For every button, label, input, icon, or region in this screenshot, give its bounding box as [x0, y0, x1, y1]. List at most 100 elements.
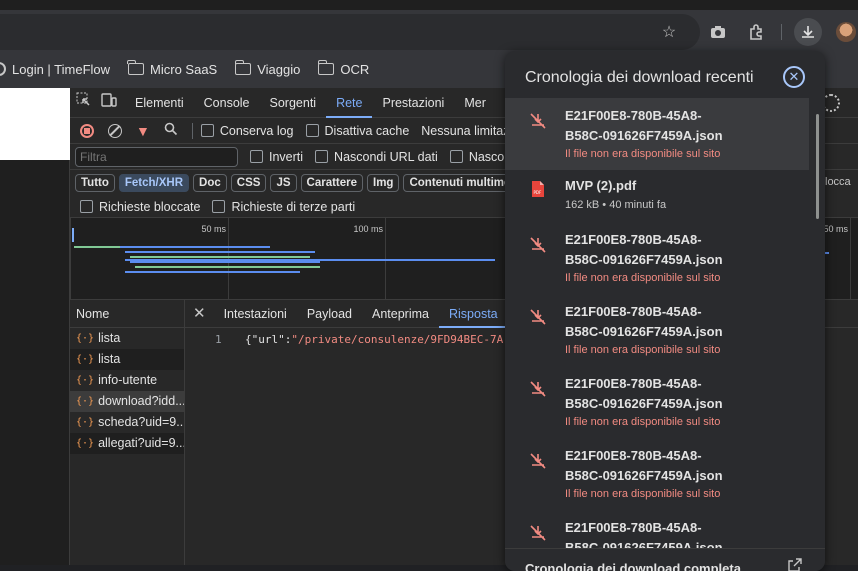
downloads-panel: Cronologia dei download recenti ✕ E21F00…	[505, 51, 825, 571]
request-row[interactable]: {·} allegati?uid=9...	[70, 433, 185, 454]
timeline-bar	[125, 259, 495, 261]
download-list-scrollbar[interactable]	[816, 114, 819, 219]
tab-sorgenti[interactable]: Sorgenti	[260, 88, 327, 118]
line-number: 1	[215, 333, 222, 346]
timeline-bar	[125, 251, 315, 253]
download-status: Il file non era disponibile sul sito	[565, 148, 721, 160]
tab-rete[interactable]: Rete	[326, 88, 373, 118]
filter-input[interactable]	[75, 146, 238, 167]
json-key: {"url":	[245, 333, 292, 346]
full-history-link[interactable]: Cronologia dei download completa	[505, 548, 825, 571]
profile-avatar[interactable]	[836, 22, 856, 42]
download-status: Il file non era disponibile sul sito	[565, 416, 721, 428]
toolbar-divider	[191, 122, 193, 139]
download-item[interactable]: E21F00E8-780B-45A8- B58C-091626F7459A.jso…	[505, 294, 809, 366]
tab-payload[interactable]: Payload	[297, 300, 362, 328]
blocked-requests-label: Richieste bloccate	[99, 199, 201, 214]
pdf-file-icon: PDF	[532, 181, 544, 197]
full-history-label: Cronologia dei download completa	[525, 561, 741, 571]
extensions-icon[interactable]	[742, 18, 770, 46]
bookmark-star-icon[interactable]: ☆	[655, 18, 683, 46]
toolbar-divider	[781, 24, 782, 40]
tab-prestazioni[interactable]: Prestazioni	[372, 88, 454, 118]
download-name: E21F00E8-780B-45A8- B58C-091626F7459A.jso…	[565, 446, 765, 486]
request-row[interactable]: {·} scheda?uid=9...	[70, 412, 185, 433]
download-list: E21F00E8-780B-45A8- B58C-091626F7459A.jso…	[505, 98, 825, 555]
filter-icon[interactable]: ▼	[136, 123, 150, 139]
bookmark-viaggio[interactable]: Viaggio	[226, 56, 309, 82]
hide-extensions-checkbox[interactable]: Nasco	[449, 150, 504, 164]
record-icon[interactable]	[80, 123, 94, 138]
bookmark-ocr[interactable]: OCR	[309, 56, 378, 82]
camera-icon[interactable]	[704, 18, 732, 46]
download-name-line: E21F00E8-780B-45A8-	[565, 376, 702, 391]
downloads-icon[interactable]	[794, 18, 822, 46]
third-party-checkbox[interactable]: Richieste di terze parti	[212, 200, 355, 214]
folder-icon	[127, 60, 145, 75]
inspect-icon[interactable]	[70, 88, 97, 118]
page-content-dark	[0, 160, 70, 565]
bookmark-micro-saas[interactable]: Micro SaaS	[119, 56, 226, 82]
download-item[interactable]: E21F00E8-780B-45A8- B58C-091626F7459A.jso…	[505, 438, 809, 510]
type-filter-img[interactable]: Img	[367, 174, 400, 192]
search-icon[interactable]	[164, 122, 178, 139]
preserve-log-checkbox[interactable]: Conserva log	[200, 123, 294, 138]
tab-risposta[interactable]: Risposta	[438, 300, 508, 328]
name-column-header[interactable]: Nome	[70, 300, 185, 328]
timeline-bar	[825, 252, 829, 254]
xhr-icon: {·}	[76, 375, 95, 386]
hide-data-urls-checkbox[interactable]: Nascondi URL dati	[315, 150, 438, 164]
tab-anteprima[interactable]: Anteprima	[362, 300, 439, 328]
tab-console[interactable]: Console	[194, 88, 260, 118]
timeline-marker	[72, 228, 74, 242]
request-list-empty	[70, 454, 185, 565]
invert-checkbox[interactable]: Inverti	[250, 150, 303, 164]
download-failed-icon	[530, 453, 546, 469]
timeline-bar	[120, 246, 270, 248]
xhr-icon: {·}	[76, 438, 95, 449]
close-icon[interactable]: ✕	[185, 300, 214, 328]
invert-label: Inverti	[269, 149, 304, 164]
download-name: E21F00E8-780B-45A8- B58C-091626F7459A.jso…	[565, 374, 765, 414]
tab-memoria[interactable]: Mer	[454, 88, 496, 118]
disable-cache-label: Disattiva cache	[324, 123, 410, 138]
timeline-bar	[125, 271, 300, 273]
download-item[interactable]: E21F00E8-780B-45A8- B58C-091626F7459A.jso…	[505, 366, 809, 438]
request-row-selected[interactable]: {·} download?idd...	[70, 391, 185, 412]
clear-icon[interactable]	[108, 123, 122, 138]
disable-cache-checkbox[interactable]: Disattiva cache	[305, 123, 410, 138]
download-name-line: E21F00E8-780B-45A8-	[565, 304, 702, 319]
bookmark-timeflow[interactable]: Login | TimeFlow	[0, 56, 119, 82]
close-icon[interactable]: ✕	[783, 66, 805, 88]
xhr-icon: {·}	[76, 333, 95, 344]
page-content	[0, 88, 70, 160]
type-filter-fetch-xhr[interactable]: Fetch/XHR	[118, 174, 190, 192]
bookmark-label: Micro SaaS	[150, 61, 218, 77]
tab-elementi[interactable]: Elementi	[125, 88, 194, 118]
request-row[interactable]: {·} info-utente	[70, 370, 185, 391]
timeline-tick-label: 100 ms	[353, 224, 383, 234]
download-failed-icon	[530, 113, 546, 129]
preserve-log-label: Conserva log	[219, 123, 294, 138]
blocked-requests-checkbox[interactable]: Richieste bloccate	[80, 200, 200, 214]
download-name-line: E21F00E8-780B-45A8-	[565, 108, 702, 123]
download-status: Il file non era disponibile sul sito	[565, 272, 721, 284]
device-toolbar-icon[interactable]	[97, 88, 125, 118]
tab-intestazioni[interactable]: Intestazioni	[214, 300, 297, 328]
type-filter-all[interactable]: Tutto	[75, 174, 115, 192]
download-status: Il file non era disponibile sul sito	[565, 344, 721, 356]
download-item[interactable]: PDF MVP (2).pdf 162 kB • 40 minuti fa	[505, 170, 809, 222]
type-filter-font[interactable]: Carattere	[300, 174, 364, 192]
address-bar[interactable]	[0, 14, 700, 50]
request-row[interactable]: {·} lista	[70, 328, 185, 349]
request-row[interactable]: {·} lista	[70, 349, 185, 370]
timeline-bar	[74, 246, 124, 248]
download-item[interactable]: E21F00E8-780B-45A8- B58C-091626F7459A.jso…	[505, 98, 809, 170]
type-filter-doc[interactable]: Doc	[193, 174, 227, 192]
type-filter-js[interactable]: JS	[270, 174, 297, 192]
download-item[interactable]: E21F00E8-780B-45A8- B58C-091626F7459A.jso…	[505, 222, 809, 294]
throttling-select[interactable]: Nessuna limitaz	[421, 124, 509, 138]
type-filter-css[interactable]: CSS	[230, 174, 267, 192]
download-name: E21F00E8-780B-45A8- B58C-091626F7459A.jso…	[565, 106, 765, 146]
download-name-line: E21F00E8-780B-45A8-	[565, 448, 702, 463]
